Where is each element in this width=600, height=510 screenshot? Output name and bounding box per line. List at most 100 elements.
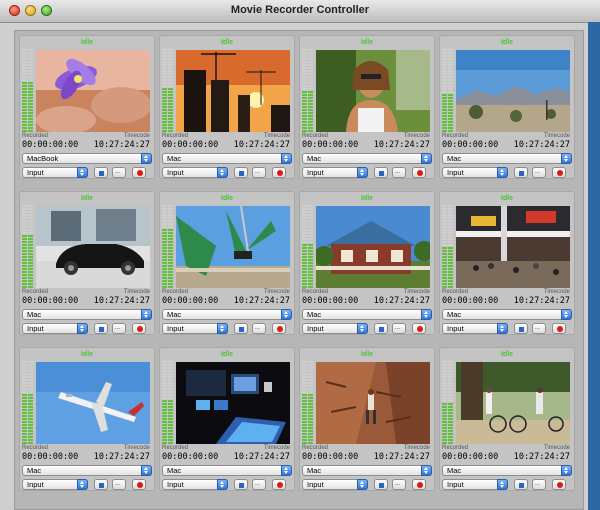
stop-button[interactable] [514,167,528,178]
source-select[interactable]: MacBook [22,153,152,164]
stop-button[interactable] [374,479,388,490]
meter-segment [22,82,27,84]
input-select[interactable]: Input [22,323,88,334]
record-button[interactable] [272,167,286,178]
more-button[interactable]: ... [532,167,546,178]
meter-segment [448,214,453,216]
video-preview[interactable] [176,362,290,444]
meter-segment [22,280,27,282]
right-channel-meter [448,361,453,444]
source-select[interactable]: Mac [22,465,152,476]
stop-button[interactable] [234,167,248,178]
more-button[interactable]: ... [392,167,406,178]
meter-segment [448,229,453,231]
record-button[interactable] [132,479,146,490]
input-select[interactable]: Input [22,167,88,178]
source-select[interactable]: Mac [162,309,292,320]
source-select[interactable]: Mac [162,153,292,164]
meter-segment [168,76,173,78]
meter-segment [448,91,453,93]
source-select[interactable]: Mac [442,153,572,164]
title-bar[interactable]: Movie Recorder Controller [0,0,600,23]
meter-segment [448,73,453,75]
video-preview[interactable] [176,50,290,132]
stop-button[interactable] [94,323,108,334]
meter-segment [28,106,33,108]
more-button[interactable]: ... [252,323,266,334]
meter-segment [302,241,307,243]
source-select[interactable]: Mac [442,465,572,476]
source-select[interactable]: Mac [302,153,432,164]
record-icon [416,482,423,488]
input-select[interactable]: Input [162,479,228,490]
stop-button[interactable] [374,323,388,334]
more-button[interactable]: ... [532,323,546,334]
video-preview[interactable] [316,50,430,132]
video-preview[interactable] [456,50,570,132]
meter-segment [308,112,313,114]
video-preview[interactable] [456,362,570,444]
meter-segment [168,67,173,69]
more-button[interactable]: ... [252,167,266,178]
meter-segment [22,235,27,237]
meter-segment [448,85,453,87]
more-button[interactable]: ... [392,479,406,490]
record-button[interactable] [412,167,426,178]
source-select[interactable]: Mac [162,465,292,476]
input-select[interactable]: Input [442,479,508,490]
stop-button[interactable] [94,479,108,490]
meter-segment [302,124,307,126]
record-button[interactable] [552,323,566,334]
record-button[interactable] [132,323,146,334]
stop-button[interactable] [234,479,248,490]
more-button[interactable]: ... [392,323,406,334]
source-select[interactable]: Mac [442,309,572,320]
source-select[interactable]: Mac [22,309,152,320]
record-button[interactable] [412,479,426,490]
record-button[interactable] [412,323,426,334]
stop-button[interactable] [234,323,248,334]
input-select[interactable]: Input [162,323,228,334]
input-select[interactable]: Input [302,479,368,490]
stop-button[interactable] [374,167,388,178]
stop-button[interactable] [514,479,528,490]
meter-segment [22,220,27,222]
record-button[interactable] [132,167,146,178]
stop-button[interactable] [94,167,108,178]
input-select[interactable]: Input [302,167,368,178]
meter-segment [162,262,167,264]
record-button[interactable] [552,479,566,490]
video-preview[interactable] [456,206,570,288]
source-select[interactable]: Mac [302,309,432,320]
input-select[interactable]: Input [302,323,368,334]
meter-segment [308,247,313,249]
meter-segment [28,121,33,123]
more-button[interactable]: ... [532,479,546,490]
meter-segment [22,247,27,249]
record-button[interactable] [552,167,566,178]
source-select[interactable]: Mac [302,465,432,476]
video-preview[interactable] [36,362,150,444]
record-button[interactable] [272,479,286,490]
more-button[interactable]: ... [112,167,126,178]
input-select[interactable]: Input [162,167,228,178]
meter-segment [168,112,173,114]
record-button[interactable] [272,323,286,334]
meter-segment [168,391,173,393]
more-button[interactable]: ... [112,323,126,334]
input-select[interactable]: Input [22,479,88,490]
input-select[interactable]: Input [442,167,508,178]
stop-button[interactable] [514,323,528,334]
more-button[interactable]: ... [112,479,126,490]
input-select[interactable]: Input [442,323,508,334]
more-button[interactable]: ... [252,479,266,490]
video-preview[interactable] [36,206,150,288]
meter-segment [302,259,307,261]
video-preview[interactable] [316,362,430,444]
meter-segment [448,67,453,69]
video-preview[interactable] [36,50,150,132]
video-preview[interactable] [316,206,430,288]
audio-level-meters [22,205,34,288]
video-preview[interactable] [176,206,290,288]
meter-segment [448,82,453,84]
